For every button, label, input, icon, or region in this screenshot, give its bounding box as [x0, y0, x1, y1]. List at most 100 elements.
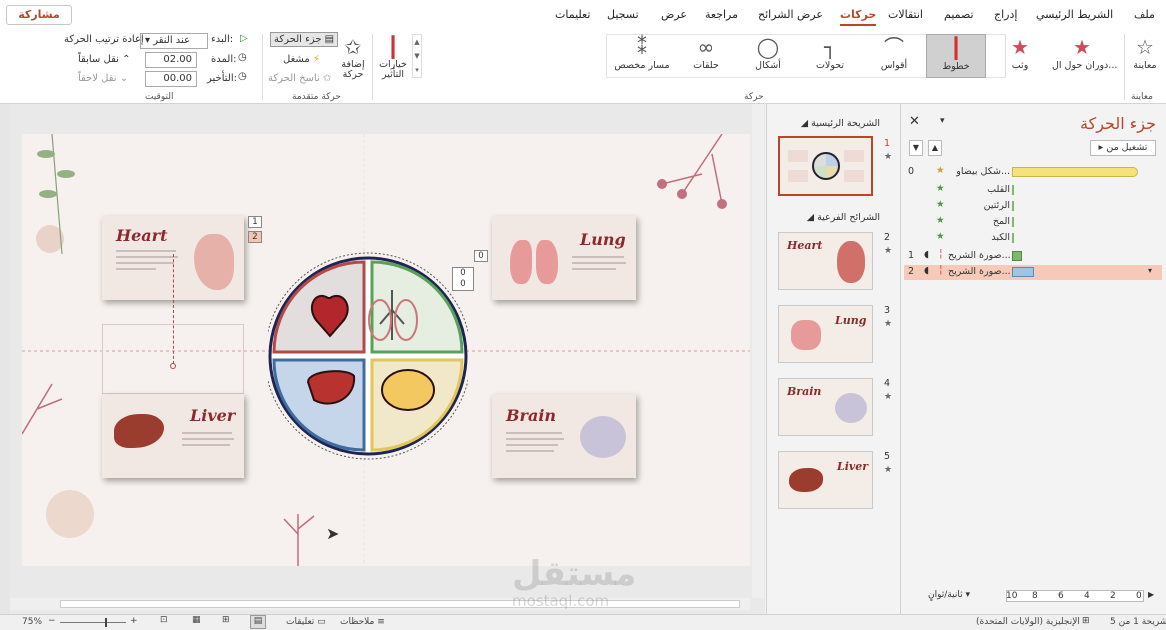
- zoom-out-icon[interactable]: −: [48, 616, 56, 626]
- animation-group-label: حركة: [744, 92, 764, 102]
- delay-label: التأخير:: [207, 73, 237, 84]
- main-section-header[interactable]: ◢ الشريحة الرئيسية: [801, 118, 880, 129]
- item-duration-bar[interactable]: [1012, 185, 1014, 195]
- tab-insert[interactable]: إدراج: [994, 8, 1017, 21]
- item-duration-bar[interactable]: [1012, 267, 1034, 277]
- text-line: [116, 268, 156, 270]
- slide-thumbnail-3[interactable]: Lung: [778, 305, 873, 363]
- liver-card[interactable]: Liver: [102, 394, 244, 478]
- share-button[interactable]: مشاركة: [6, 5, 72, 25]
- move-earlier-button[interactable]: نقل سابقاً ⌃: [78, 54, 130, 65]
- sub-section-header[interactable]: ◢ الشرائح الفرعية: [807, 212, 880, 223]
- effect-shapes-button[interactable]: ◯ أشكال: [738, 34, 798, 78]
- zoom-slider[interactable]: [60, 622, 126, 623]
- seconds-dropdown[interactable]: ثانية/ثوانٍ ▾: [928, 590, 970, 600]
- item-duration-bar[interactable]: [1012, 201, 1014, 211]
- tab-design[interactable]: تصميم: [944, 8, 974, 21]
- timeline-tick-label: 2: [1110, 591, 1116, 601]
- timeline-scroll-icon[interactable]: ▶: [1148, 590, 1154, 599]
- motion-path-end[interactable]: [170, 363, 176, 369]
- move-later-button[interactable]: نقل لاحقاً ⌄: [78, 73, 128, 84]
- item-label: الرئتين: [983, 200, 1010, 211]
- add-animation-button[interactable]: ✩ إضافة حركة: [336, 34, 370, 80]
- slide-thumbnail-5[interactable]: Liver: [778, 451, 873, 509]
- effect-spin-button[interactable]: ★دوران حول ال...: [1052, 34, 1117, 78]
- slide-number: 2: [884, 232, 891, 243]
- pane-options-chevron-icon[interactable]: ▾: [940, 116, 945, 126]
- tab-home[interactable]: الشريط الرئيسي: [1036, 8, 1113, 21]
- motion-path-icon: ╎: [938, 265, 944, 276]
- delay-input[interactable]: 00.00: [145, 71, 197, 87]
- close-icon[interactable]: ✕: [909, 114, 920, 129]
- liver-card-title: Liver: [190, 406, 236, 425]
- animation-pane-button[interactable]: جزء الحركة ▤: [270, 32, 339, 47]
- tab-file[interactable]: ملف: [1134, 8, 1155, 21]
- effect-arcs-button[interactable]: ⌒ أقواس: [864, 34, 924, 78]
- timeline-ruler[interactable]: [1006, 590, 1144, 602]
- effect-turns-button[interactable]: ┐ تحولات: [800, 34, 860, 78]
- tab-help[interactable]: تعليمات: [555, 8, 590, 21]
- animation-item[interactable]: ★ القلب: [904, 183, 1162, 198]
- move-down-button[interactable]: ▼: [909, 140, 923, 156]
- mouse-click-icon: ◖: [924, 265, 930, 276]
- animation-tag[interactable]: 0: [474, 250, 488, 262]
- animation-tag[interactable]: 2: [248, 231, 262, 243]
- slide-thumbnail-4[interactable]: Brain: [778, 378, 873, 436]
- tab-slideshow[interactable]: عرض الشرائح: [758, 8, 823, 21]
- move-up-button[interactable]: ▲: [928, 140, 942, 156]
- tab-view[interactable]: عرض: [661, 8, 687, 21]
- tab-review[interactable]: مراجعة: [705, 8, 738, 21]
- slideshow-icon[interactable]: ⊡: [160, 615, 168, 625]
- duration-input[interactable]: 02.00: [145, 52, 197, 68]
- tab-transitions[interactable]: انتقالات: [888, 8, 923, 21]
- effect-label: مسار مخصص: [614, 60, 670, 71]
- normal-view-icon[interactable]: ▤: [250, 615, 266, 629]
- effect-custom-path-button[interactable]: ⁑ مسار مخصص: [612, 34, 672, 78]
- animation-painter-button[interactable]: ناسخ الحركة ✩: [268, 73, 331, 84]
- effect-bounce-button[interactable]: ★ وثب: [990, 34, 1050, 78]
- organ-plate[interactable]: [268, 250, 468, 464]
- effect-options-button[interactable]: ┃ خيارات التأثير: [376, 34, 410, 80]
- trigger-button[interactable]: مشغل ⚡: [283, 54, 320, 65]
- animation-item-selected[interactable]: 2 ◖ ╎ صورة الشريح... ▾: [904, 265, 1162, 280]
- horizontal-scroll-thumb[interactable]: [60, 600, 740, 608]
- slide-sorter-icon[interactable]: ⊞: [222, 615, 230, 625]
- language-indicator[interactable]: الإنجليزية (الولايات المتحدة): [976, 617, 1080, 627]
- item-duration-bar[interactable]: [1012, 167, 1138, 177]
- preview-button[interactable]: ☆ معاينة: [1127, 34, 1163, 78]
- zoom-level[interactable]: 75%: [22, 617, 42, 627]
- vertical-scrollbar[interactable]: [752, 104, 764, 598]
- animation-item[interactable]: ★ المخ: [904, 215, 1162, 230]
- zoom-slider-thumb[interactable]: [105, 618, 107, 627]
- notes-button[interactable]: ملاحظات ≡: [340, 617, 385, 627]
- reading-view-icon[interactable]: ▦: [192, 615, 201, 625]
- emphasis-star-icon: ★: [936, 165, 945, 176]
- brain-card[interactable]: Brain: [492, 394, 636, 478]
- gallery-scroll[interactable]: ▲ ▼ ▾: [412, 34, 422, 78]
- item-duration-bar[interactable]: [1012, 233, 1014, 243]
- slide-thumbnail-2[interactable]: Heart: [778, 232, 873, 290]
- motion-path-line[interactable]: [173, 254, 174, 364]
- tab-animations[interactable]: حركات: [840, 8, 877, 26]
- deco-branch: [22, 383, 63, 435]
- effect-lines-button[interactable]: ┃ خطوط: [926, 34, 986, 78]
- comments-button[interactable]: تعليقات ▭: [286, 617, 326, 627]
- tab-record[interactable]: تسجيل: [607, 8, 639, 21]
- start-select[interactable]: ▾ عند النقر: [140, 33, 208, 49]
- lung-card[interactable]: Lung: [492, 216, 636, 300]
- effect-label: خطوط: [942, 61, 970, 72]
- animation-tag[interactable]: 1: [248, 216, 262, 228]
- animation-item[interactable]: 1 ◖ ╎ صورة الشريح...: [904, 249, 1162, 264]
- item-duration-bar[interactable]: [1012, 217, 1014, 227]
- accessibility-icon[interactable]: ⊞: [1082, 616, 1090, 626]
- slide-thumbnail-1[interactable]: [778, 136, 873, 196]
- text-line: [182, 444, 230, 446]
- zoom-in-icon[interactable]: +: [130, 616, 138, 626]
- animation-item[interactable]: 0 ★ شكل بيضاو...: [904, 165, 1162, 180]
- item-dropdown-chevron-icon[interactable]: ▾: [1148, 266, 1152, 275]
- item-duration-bar[interactable]: [1012, 251, 1022, 261]
- animation-item[interactable]: ★ الكبد: [904, 231, 1162, 246]
- animation-item[interactable]: ★ الرئتين: [904, 199, 1162, 214]
- effect-loops-button[interactable]: ∞ حلقات: [676, 34, 736, 78]
- play-from-button[interactable]: ▸ تشغيل من: [1090, 140, 1156, 156]
